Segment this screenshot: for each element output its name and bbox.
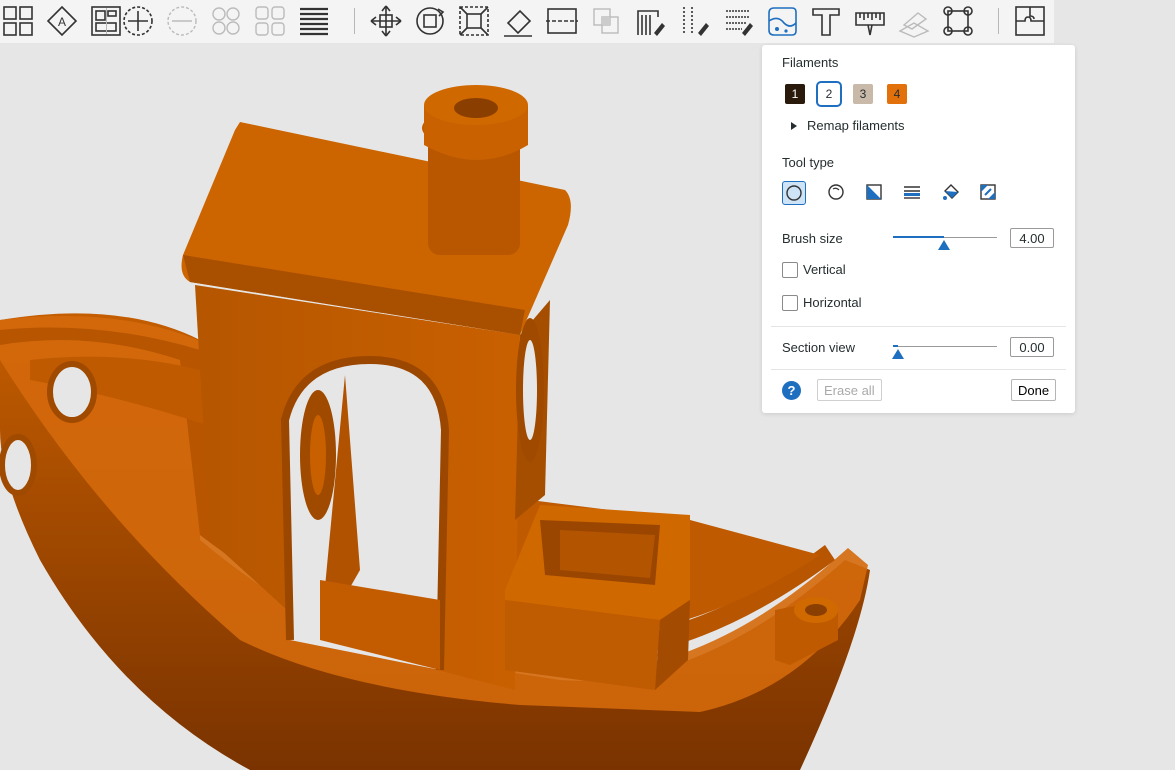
filament-swatch-4[interactable]: 4 xyxy=(887,84,907,104)
seam-paint-icon xyxy=(683,7,709,36)
section-view-slider-track[interactable] xyxy=(893,346,997,347)
assembly-view-icon xyxy=(1015,6,1045,36)
rotate-icon xyxy=(416,7,445,35)
section-view-slider-fill xyxy=(893,345,899,347)
section-view-label: Section view xyxy=(782,340,855,355)
brush-size-slider-fill xyxy=(893,236,944,238)
vertical-checkbox[interactable] xyxy=(782,262,798,278)
erase-all-button[interactable]: Erase all xyxy=(817,379,882,401)
fuzzy-skin-tool-button[interactable] xyxy=(720,3,756,39)
orient-icon: A xyxy=(46,5,78,37)
text-icon xyxy=(812,8,840,36)
remove-plate-icon xyxy=(167,6,197,36)
text-tool-button[interactable] xyxy=(808,3,844,39)
panel-divider xyxy=(771,369,1066,370)
gap-fill-tool[interactable] xyxy=(976,181,1000,205)
support-paint-icon xyxy=(637,10,665,36)
split-parts-icon xyxy=(255,6,285,36)
height-range-icon xyxy=(904,186,920,199)
move-tool-button[interactable] xyxy=(368,3,404,39)
fill-bucket-tool[interactable] xyxy=(939,181,963,205)
circle-brush-icon xyxy=(786,185,802,201)
remap-filaments-label: Remap filaments xyxy=(807,118,905,133)
measure-icon xyxy=(855,12,885,36)
triangle-fill-tool[interactable] xyxy=(862,181,886,205)
toolbar-separator xyxy=(106,8,107,34)
horizontal-checkbox[interactable] xyxy=(782,295,798,311)
scale-tool-button[interactable] xyxy=(456,3,492,39)
expand-arrow-icon xyxy=(791,121,797,130)
color-paint-icon xyxy=(768,7,797,36)
horizontal-label: Horizontal xyxy=(803,295,862,310)
cut-tool-button[interactable] xyxy=(544,3,580,39)
section-view-input[interactable] xyxy=(1010,337,1054,357)
brim-ears-icon xyxy=(943,6,973,36)
variable-layer-icon xyxy=(300,7,328,36)
section-view-slider-thumb[interactable] xyxy=(892,349,905,359)
rotate-tool-button[interactable] xyxy=(412,3,448,39)
cut-icon xyxy=(546,8,578,34)
add-plate-tool-button[interactable] xyxy=(120,3,156,39)
assembly-tool-button[interactable] xyxy=(896,3,932,39)
gap-fill-icon xyxy=(980,184,996,200)
fuzzy-skin-icon xyxy=(726,10,753,36)
toolbar-separator xyxy=(998,8,999,34)
arrange-tool-button[interactable] xyxy=(0,3,36,39)
brush-size-input[interactable] xyxy=(1010,228,1054,248)
panel-divider xyxy=(771,326,1066,327)
filament-swatch-3[interactable]: 3 xyxy=(853,84,873,104)
move-icon xyxy=(370,5,402,37)
brush-size-label: Brush size xyxy=(782,231,843,246)
tool-type-label: Tool type xyxy=(782,155,835,170)
filament-swatch-1[interactable]: 1 xyxy=(785,84,805,104)
split-objects-tool-button[interactable] xyxy=(208,3,244,39)
seam-paint-tool-button[interactable] xyxy=(676,3,712,39)
boolean-tool-button[interactable] xyxy=(588,3,624,39)
height-range-tool[interactable] xyxy=(900,181,924,205)
svg-text:A: A xyxy=(58,15,66,29)
lay-on-face-icon xyxy=(504,9,532,37)
filament-swatch-2[interactable]: 2 xyxy=(816,81,842,107)
variable-layer-tool-button[interactable] xyxy=(296,3,332,39)
brim-ears-tool-button[interactable] xyxy=(940,3,976,39)
assembly-icon xyxy=(898,12,930,38)
toolbar-separator xyxy=(354,8,355,34)
circle-brush-tool[interactable] xyxy=(782,181,806,205)
gizmo-toolbar: A xyxy=(0,0,1054,43)
scale-icon xyxy=(459,6,489,36)
arrange-icon xyxy=(3,6,33,36)
triangle-fill-icon xyxy=(866,184,882,200)
vertical-label: Vertical xyxy=(803,262,846,277)
sphere-brush-icon xyxy=(828,184,844,200)
split-objects-icon xyxy=(212,7,240,35)
boolean-icon xyxy=(593,8,619,34)
remap-filaments-toggle[interactable]: Remap filaments xyxy=(791,118,905,133)
add-plate-icon xyxy=(123,6,153,36)
assembly-view-tool-button[interactable] xyxy=(1012,3,1048,39)
filaments-label: Filaments xyxy=(782,55,839,70)
split-parts-tool-button[interactable] xyxy=(252,3,288,39)
sphere-brush-tool[interactable] xyxy=(824,181,848,205)
done-button[interactable]: Done xyxy=(1011,379,1057,401)
lay-on-face-tool-button[interactable] xyxy=(500,3,536,39)
color-paint-tool-button[interactable] xyxy=(764,3,800,39)
brush-size-slider-thumb[interactable] xyxy=(937,240,950,250)
color-paint-panel: Filaments 1234 Remap filaments Tool type… xyxy=(762,45,1075,413)
orient-tool-button[interactable]: A xyxy=(44,3,80,39)
remove-plate-tool-button[interactable] xyxy=(164,3,200,39)
measure-tool-button[interactable] xyxy=(852,3,888,39)
support-paint-tool-button[interactable] xyxy=(632,3,668,39)
fill-bucket-icon xyxy=(943,184,959,200)
help-icon[interactable]: ? xyxy=(782,381,801,400)
